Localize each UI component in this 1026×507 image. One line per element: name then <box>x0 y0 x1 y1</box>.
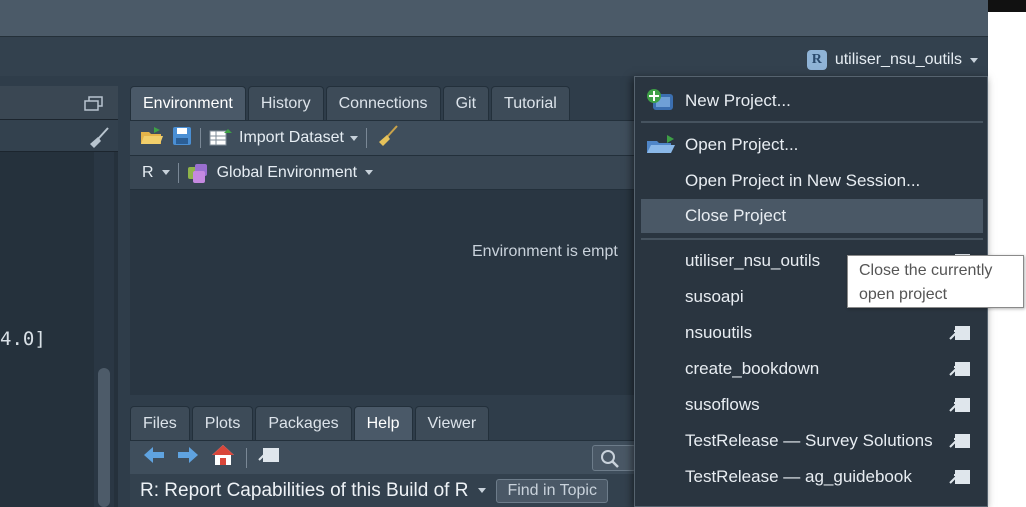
menu-separator <box>641 238 983 240</box>
tab-files[interactable]: Files <box>130 406 190 440</box>
tab-connections[interactable]: Connections <box>325 86 441 120</box>
help-toolbar <box>130 440 640 474</box>
console-output: 4.0] <box>0 328 46 350</box>
open-in-new-window-icon <box>949 362 970 376</box>
chevron-down-icon <box>970 57 978 63</box>
tab-tutorial[interactable]: Tutorial <box>491 86 570 120</box>
tab-history[interactable]: History <box>247 86 324 120</box>
toolbar-separator <box>200 128 201 148</box>
search-icon <box>601 450 619 468</box>
help-topic-bar: R: Report Capabilities of this Build of … <box>130 474 640 507</box>
chevron-down-icon <box>349 135 358 141</box>
broom-icon[interactable] <box>375 124 399 153</box>
scope-selector[interactable]: Global Environment <box>187 163 374 183</box>
restore-pane-icon[interactable] <box>84 96 104 117</box>
tab-plots[interactable]: Plots <box>191 406 254 440</box>
open-project-icon <box>647 135 675 153</box>
title-bar <box>0 0 988 36</box>
back-arrow-icon[interactable] <box>142 445 166 470</box>
environment-icon <box>187 163 207 183</box>
recent-project-item[interactable]: create_bookdown <box>635 352 987 386</box>
environment-empty-message: Environment is empt <box>472 243 618 260</box>
menu-item-new-project[interactable]: New Project... <box>635 84 987 118</box>
scope-label: Global Environment <box>216 163 358 181</box>
chevron-down-icon[interactable] <box>478 488 487 493</box>
desktop-edge <box>988 0 1026 12</box>
toolbar-separator <box>246 447 247 468</box>
toolbar-separator <box>365 128 367 148</box>
show-in-new-window-icon[interactable] <box>257 446 281 469</box>
menu-item-close-project[interactable]: Close Project <box>641 199 983 233</box>
environment-body <box>130 190 640 395</box>
r-project-icon: R <box>806 50 827 70</box>
open-in-new-window-icon <box>949 326 970 340</box>
environment-tabs: Environment History Connections Git Tuto… <box>130 86 640 120</box>
language-selector[interactable]: R <box>142 164 170 182</box>
tooltip-line: Close the currently <box>859 262 993 279</box>
recent-project-item[interactable]: TestRelease — ag_guidebook <box>635 460 987 494</box>
new-project-icon <box>647 89 673 110</box>
forward-arrow-icon[interactable] <box>176 445 200 470</box>
recent-project-item[interactable]: nsuoutils <box>635 316 987 350</box>
open-in-new-window-icon <box>949 470 970 484</box>
chevron-down-icon <box>365 170 374 175</box>
tab-git[interactable]: Git <box>442 86 490 120</box>
help-search-box[interactable] <box>592 445 636 471</box>
tab-help[interactable]: Help <box>353 406 413 440</box>
tab-packages[interactable]: Packages <box>255 406 352 440</box>
open-folder-icon[interactable] <box>140 126 164 151</box>
environment-scope-bar: R Global Environment <box>130 156 640 190</box>
menu-item-open-project[interactable]: Open Project... <box>635 128 987 162</box>
clear-console-icon[interactable] <box>86 126 110 155</box>
pane-splitter-vertical[interactable] <box>118 86 130 507</box>
recent-project-item[interactable]: susoflows <box>635 388 987 422</box>
save-icon[interactable] <box>172 126 192 151</box>
files-tabs: Files Plots Packages Help Viewer <box>130 406 640 440</box>
import-dataset-button[interactable]: Import Dataset <box>209 129 358 147</box>
environment-toolbar: Import Dataset <box>130 120 640 156</box>
open-in-new-window-icon <box>949 434 970 448</box>
find-in-topic-input[interactable]: Find in Topic <box>496 478 608 503</box>
open-in-new-window-icon <box>949 398 970 412</box>
project-name: utiliser_nsu_outils <box>834 51 962 68</box>
tooltip: Close the currently open project <box>847 255 1024 308</box>
tab-viewer[interactable]: Viewer <box>414 406 490 440</box>
chevron-down-icon <box>161 170 170 175</box>
tab-environment[interactable]: Environment <box>130 86 246 120</box>
help-topic-title: R: Report Capabilities of this Build of … <box>140 479 469 501</box>
language-label: R <box>142 163 154 181</box>
console-scrollbar-thumb[interactable] <box>98 368 110 507</box>
tooltip-line: open project <box>859 286 948 303</box>
project-menu-button[interactable]: R utiliser_nsu_outils <box>806 48 978 72</box>
pane-splitter-horizontal[interactable] <box>130 395 640 406</box>
rstudio-window: R utiliser_nsu_outils 4.0] Environment H… <box>0 0 1026 507</box>
import-dataset-label: Import Dataset <box>239 129 344 146</box>
table-import-icon <box>209 129 232 146</box>
menu-item-open-project-new-session[interactable]: Open Project in New Session... <box>635 164 987 198</box>
recent-project-item[interactable]: TestRelease — Survey Solutions <box>635 424 987 458</box>
toolbar-separator <box>177 162 179 183</box>
menu-separator <box>641 121 983 123</box>
desktop-background <box>988 0 1026 507</box>
home-icon[interactable] <box>210 443 236 472</box>
